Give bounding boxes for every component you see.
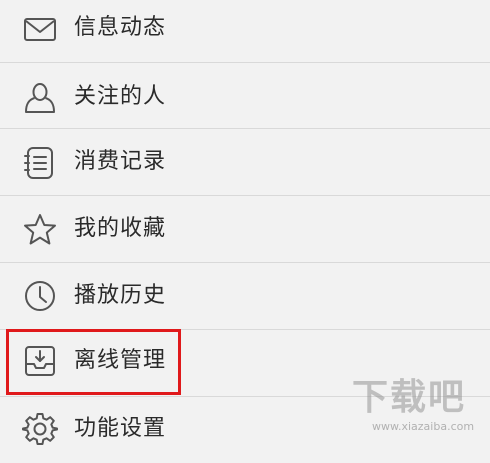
menu-item-label: 功能设置 [74, 416, 167, 441]
menu-item-settings[interactable]: 功能设置 [0, 397, 490, 463]
side-menu: 信息动态 关注的人 消费记录 我的收藏 播放历史 离线管理 功能设置 [0, 0, 490, 445]
envelope-icon [22, 11, 58, 47]
star-icon [22, 212, 58, 248]
clock-icon [22, 278, 58, 314]
menu-item-label: 离线管理 [74, 348, 167, 373]
menu-item-label: 关注的人 [74, 84, 167, 109]
download-tray-icon [22, 343, 58, 379]
menu-item-following[interactable]: 关注的人 [0, 63, 490, 129]
menu-item-purchase-history[interactable]: 消费记录 [0, 129, 490, 195]
menu-item-messages[interactable]: 信息动态 [0, 0, 490, 66]
person-icon [22, 80, 58, 116]
notebook-icon [22, 145, 58, 181]
menu-item-play-history[interactable]: 播放历史 [0, 263, 490, 329]
menu-item-label: 信息动态 [74, 15, 167, 40]
menu-item-label: 我的收藏 [74, 216, 167, 241]
gear-icon [22, 411, 58, 447]
menu-item-label: 消费记录 [74, 149, 167, 174]
menu-item-offline-management[interactable]: 离线管理 [0, 330, 490, 396]
menu-item-label: 播放历史 [74, 283, 167, 308]
menu-item-favorites[interactable]: 我的收藏 [0, 196, 490, 262]
